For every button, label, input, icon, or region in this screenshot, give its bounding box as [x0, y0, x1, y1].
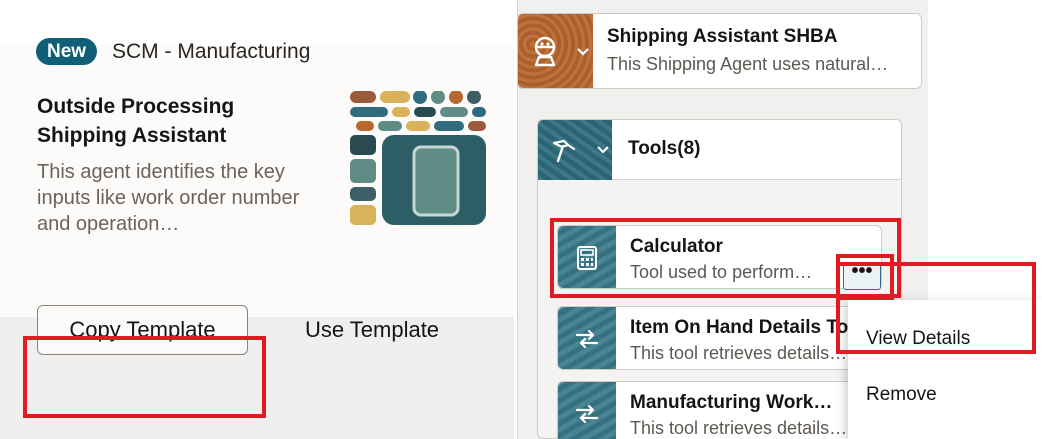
menu-item-view-details[interactable]: View Details [848, 314, 1042, 364]
agent-icon-tile[interactable] [518, 14, 593, 88]
new-badge: New [36, 38, 98, 65]
hammer-icon [552, 139, 576, 163]
tool-icon-tile [558, 382, 616, 439]
chevron-down-icon[interactable] [596, 145, 610, 155]
robot-icon [534, 36, 556, 67]
tools-header-label: Tools(8) [628, 138, 701, 159]
copy-template-button[interactable]: Copy Template [37, 305, 248, 355]
template-title: Outside Processing Shipping Assistant [37, 95, 235, 147]
tool-name: Manufacturing Work… [630, 392, 833, 413]
tools-header[interactable]: Tools(8) [538, 120, 901, 180]
calculator-icon [577, 246, 597, 270]
tool-description: This tool retrieves details… [630, 343, 848, 363]
template-description: This agent identifies the key inputs lik… [37, 161, 300, 235]
template-category: SCM - Manufacturing [112, 40, 311, 63]
stacked-blocks-illustration [350, 91, 486, 225]
tool-description: This tool retrieves details… [630, 418, 848, 438]
tool-name: Item On Hand Details To [630, 317, 849, 338]
tool-card-calculator[interactable]: Calculator Tool used to perform… [557, 225, 882, 289]
tool-context-menu: View Details Remove [848, 300, 1042, 439]
tool-card-item-on-hand[interactable]: Item On Hand Details To This tool retrie… [557, 306, 882, 370]
transfer-arrows-icon [575, 329, 599, 349]
tool-name: Calculator [630, 236, 723, 257]
use-template-button[interactable]: Use Template [283, 305, 461, 355]
chevron-down-icon[interactable] [576, 47, 590, 57]
tool-description: Tool used to perform… [630, 262, 813, 282]
agent-name: Shipping Assistant SHBA [607, 26, 838, 47]
menu-item-remove[interactable]: Remove [848, 370, 1042, 420]
tool-icon-tile [558, 226, 616, 288]
tools-icon-tile[interactable] [538, 120, 612, 180]
tool-icon-tile [558, 307, 616, 369]
agent-description: This Shipping Agent uses natural… [607, 54, 889, 74]
transfer-arrows-icon [575, 404, 599, 424]
more-actions-button[interactable]: ••• [843, 261, 881, 290]
tool-card-manufacturing-work[interactable]: Manufacturing Work… This tool retrieves … [557, 381, 882, 439]
agent-card[interactable]: Shipping Assistant SHBA This Shipping Ag… [517, 13, 922, 89]
